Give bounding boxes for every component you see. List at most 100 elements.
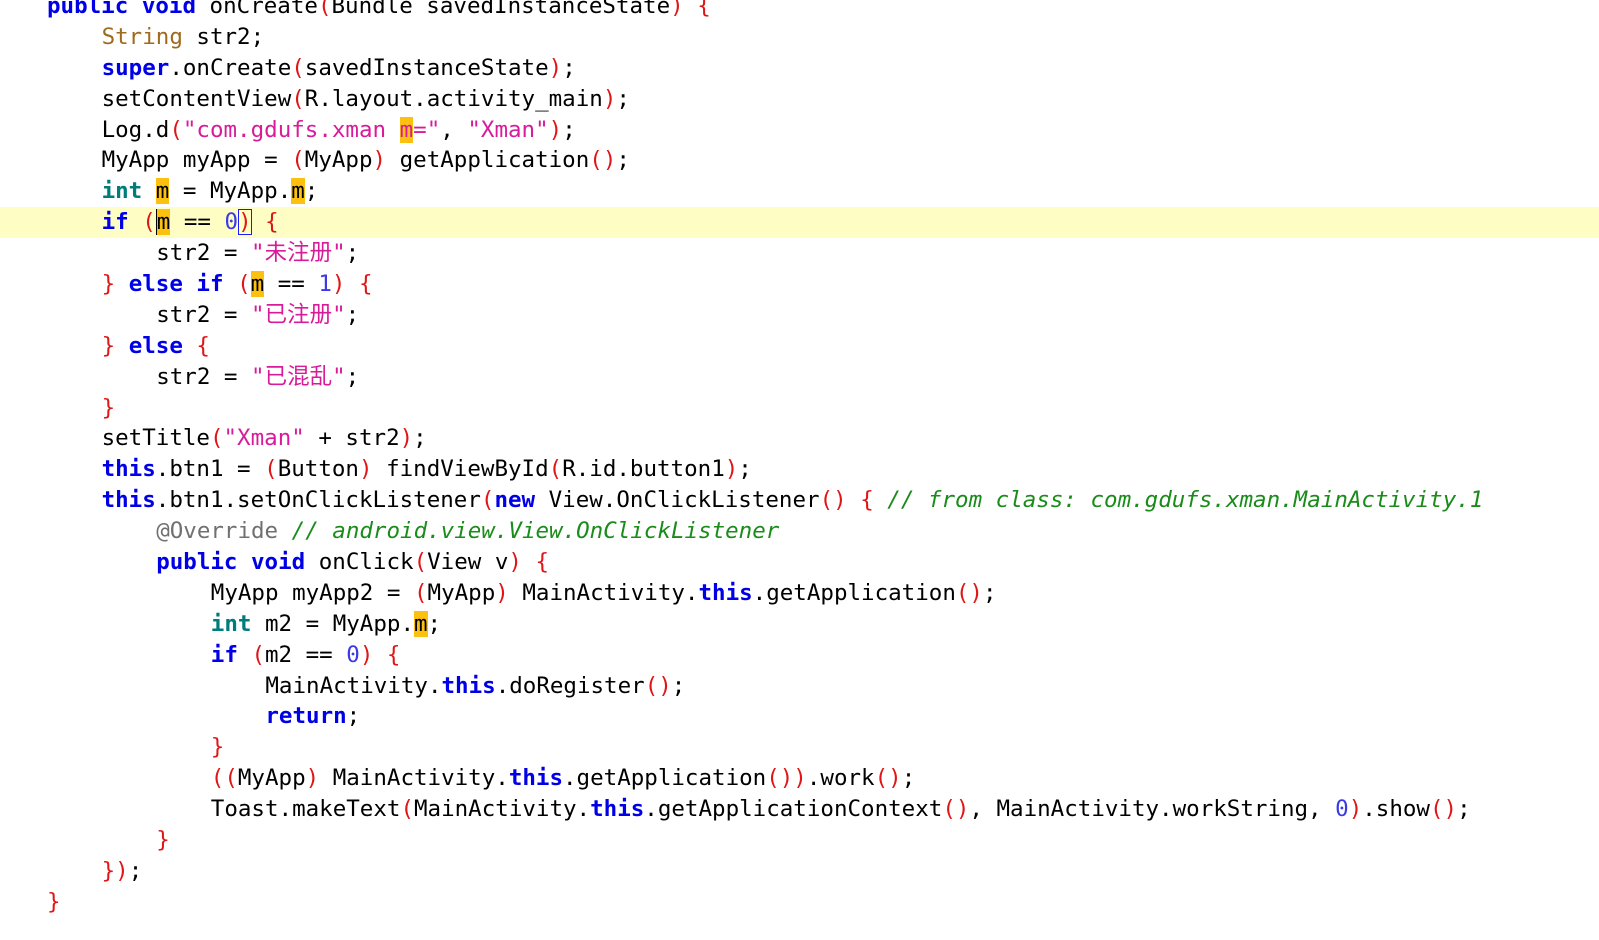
code-token: ; <box>562 116 576 143</box>
code-line[interactable]: str2 = "已混乱"; <box>0 362 1599 393</box>
code-editor[interactable]: public void onCreate(Bundle savedInstanc… <box>0 0 1599 918</box>
string-literal: " <box>332 301 346 328</box>
bracket-token: ( <box>169 116 183 143</box>
code-token: ; <box>304 178 319 205</box>
keyword-token: void <box>251 549 306 576</box>
code-line[interactable]: this.btn1.setOnClickListener(new View.On… <box>0 485 1599 516</box>
bracket-token: (( <box>210 765 238 792</box>
code-line[interactable]: public void onClick(View v) { <box>0 547 1599 578</box>
code-comment: // from class: com.gdufs.xman.MainActivi… <box>887 487 1484 514</box>
highlighted-identifier: m <box>291 178 305 205</box>
code-token: .getApplicationContext <box>644 796 943 823</box>
string-literal: 已混乱 <box>264 363 333 390</box>
bracket-token: ( <box>291 54 305 81</box>
code-line-current[interactable]: if (m == 0) { <box>0 207 1599 239</box>
number-literal: 0 <box>224 209 239 236</box>
number-literal: 0 <box>346 641 360 668</box>
bracket-token: }) <box>101 857 129 884</box>
code-line[interactable]: MyApp myApp = (MyApp) getApplication(); <box>0 145 1599 176</box>
code-line[interactable]: } else { <box>0 331 1599 362</box>
code-line[interactable]: str2 = "未注册"; <box>0 238 1599 269</box>
code-line[interactable]: int m2 = MyApp.m; <box>0 609 1599 640</box>
code-token: MainActivity. <box>319 765 509 792</box>
code-token: str2; <box>182 23 265 50</box>
code-line[interactable]: int m = MyApp.m; <box>0 176 1599 207</box>
code-line[interactable]: String str2; <box>0 22 1599 53</box>
code-token: , <box>440 116 468 143</box>
code-token: ; <box>616 85 630 112</box>
keyword-token: if <box>101 209 129 236</box>
keyword-token: int <box>101 178 143 205</box>
bracket-token: ( <box>291 85 305 112</box>
code-line[interactable]: ((MyApp) MainActivity.this.getApplicatio… <box>0 763 1599 794</box>
code-token: onClick <box>305 549 414 576</box>
code-token: ; <box>562 54 576 81</box>
keyword-token: if <box>210 641 238 668</box>
code-token: R.id.button1 <box>562 456 725 483</box>
keyword-token: int <box>210 610 252 637</box>
code-line[interactable]: public void onCreate(Bundle savedInstanc… <box>0 0 1599 22</box>
code-token: ; <box>901 765 916 792</box>
code-comment: // android.view.View.OnClickListener <box>291 518 780 545</box>
bracket-token: { <box>265 209 279 236</box>
code-token: str2 = <box>156 301 252 328</box>
bracket-token: ) <box>670 0 684 19</box>
bracket-token: () <box>589 147 617 174</box>
code-line[interactable]: }); <box>0 856 1599 887</box>
bracket-token: ) <box>358 456 373 483</box>
bracket-token: { <box>196 332 210 359</box>
code-line[interactable]: setContentView(R.layout.activity_main); <box>0 84 1599 115</box>
code-token: View.OnClickListener <box>535 487 820 514</box>
code-token: MyApp <box>427 579 496 606</box>
code-line[interactable]: this.btn1 = (Button) findViewById(R.id.b… <box>0 454 1599 485</box>
type-token: String <box>101 23 183 50</box>
bracket-token: { <box>535 549 550 576</box>
code-line[interactable]: Log.d("com.gdufs.xman m=", "Xman"); <box>0 115 1599 146</box>
bracket-token: } <box>156 827 170 854</box>
bracket-token: ( <box>291 147 305 174</box>
bracket-token: { <box>860 487 874 514</box>
bracket-token: () <box>1429 796 1458 823</box>
code-line[interactable]: return; <box>0 701 1599 732</box>
bracket-token: ( <box>400 796 414 823</box>
string-literal: 未注册 <box>264 240 333 267</box>
code-line[interactable]: str2 = "已注册"; <box>0 300 1599 331</box>
bracket-token: { <box>358 271 373 298</box>
keyword-token: this <box>590 796 645 823</box>
bracket-token: ) <box>724 456 739 483</box>
bracket-token: ) <box>548 54 563 81</box>
code-token: ; <box>128 857 143 884</box>
bracket-token: ) <box>238 209 252 236</box>
code-line[interactable]: super.onCreate(savedInstanceState); <box>0 53 1599 84</box>
code-line[interactable]: Toast.makeText(MainActivity.this.getAppl… <box>0 794 1599 825</box>
code-line[interactable]: if (m2 == 0) { <box>0 640 1599 671</box>
bracket-token: { <box>697 0 711 19</box>
code-token: ; <box>345 301 360 328</box>
code-token: findViewById <box>372 456 549 483</box>
bracket-token: } <box>47 888 61 915</box>
code-line[interactable]: MainActivity.this.doRegister(); <box>0 671 1599 702</box>
code-line[interactable]: @Override // android.view.View.OnClickLi… <box>0 516 1599 547</box>
code-line[interactable]: } else if (m == 1) { <box>0 269 1599 300</box>
bracket-token: ) <box>305 765 320 792</box>
code-token: str2 = <box>156 240 252 267</box>
code-line[interactable]: } <box>0 825 1599 856</box>
code-token: str2 = <box>156 363 252 390</box>
code-line[interactable]: } <box>0 393 1599 424</box>
bracket-token: } <box>210 734 225 761</box>
code-line[interactable]: MyApp myApp2 = (MyApp) MainActivity.this… <box>0 578 1599 609</box>
code-token: Button <box>277 456 359 483</box>
code-line[interactable]: } <box>0 732 1599 763</box>
code-line[interactable]: setTitle("Xman" + str2); <box>0 423 1599 454</box>
bracket-token: ( <box>480 487 495 514</box>
code-token: MainActivity. <box>414 796 591 823</box>
code-line[interactable]: } <box>0 887 1599 918</box>
